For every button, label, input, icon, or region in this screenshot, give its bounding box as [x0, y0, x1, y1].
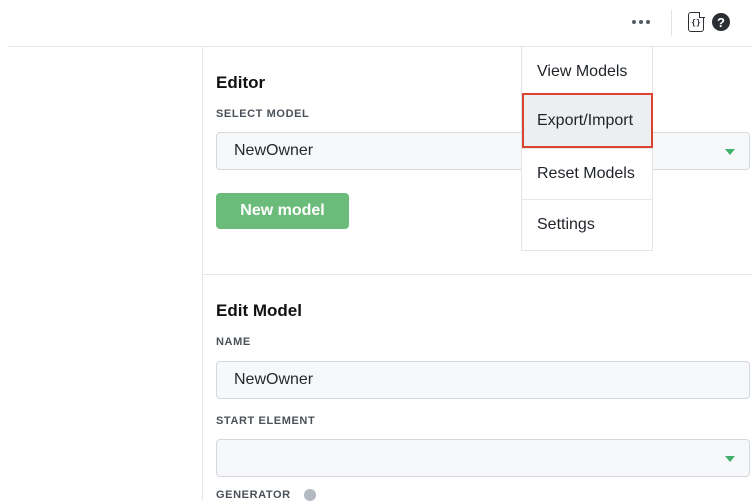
- select-model-label: SELECT MODEL: [216, 108, 310, 120]
- info-icon[interactable]: [304, 489, 316, 501]
- more-dot-icon: [639, 20, 643, 24]
- name-value: NewOwner: [234, 371, 314, 388]
- menu-item-export-import[interactable]: Export/Import: [522, 93, 653, 148]
- json-file-icon[interactable]: {}: [688, 11, 705, 32]
- menu-item-settings[interactable]: Settings: [522, 199, 653, 249]
- edit-model-title: Edit Model: [216, 301, 302, 320]
- more-options-menu: View Models Export/Import Reset Models S…: [521, 47, 653, 251]
- start-element-dropdown[interactable]: [216, 439, 750, 477]
- start-element-label: START ELEMENT: [216, 415, 316, 427]
- toolbar-divider: [671, 10, 672, 36]
- menu-item-view-models[interactable]: View Models: [522, 47, 653, 97]
- name-input[interactable]: NewOwner: [216, 361, 750, 399]
- select-model-value: NewOwner: [234, 142, 314, 159]
- section-divider: [203, 274, 752, 275]
- name-label: NAME: [216, 336, 251, 348]
- select-model-dropdown[interactable]: NewOwner: [216, 132, 750, 170]
- help-icon[interactable]: ?: [712, 13, 730, 31]
- top-bar: {} ?: [0, 0, 752, 46]
- menu-item-reset-models[interactable]: Reset Models: [522, 148, 653, 198]
- chevron-down-icon: [725, 456, 735, 462]
- more-options-button[interactable]: [624, 10, 658, 34]
- generator-label: GENERATOR: [216, 489, 291, 501]
- more-dot-icon: [646, 20, 650, 24]
- new-model-button[interactable]: New model: [216, 193, 349, 229]
- editor-title: Editor: [216, 73, 266, 92]
- more-dot-icon: [632, 20, 636, 24]
- chevron-down-icon: [725, 149, 735, 155]
